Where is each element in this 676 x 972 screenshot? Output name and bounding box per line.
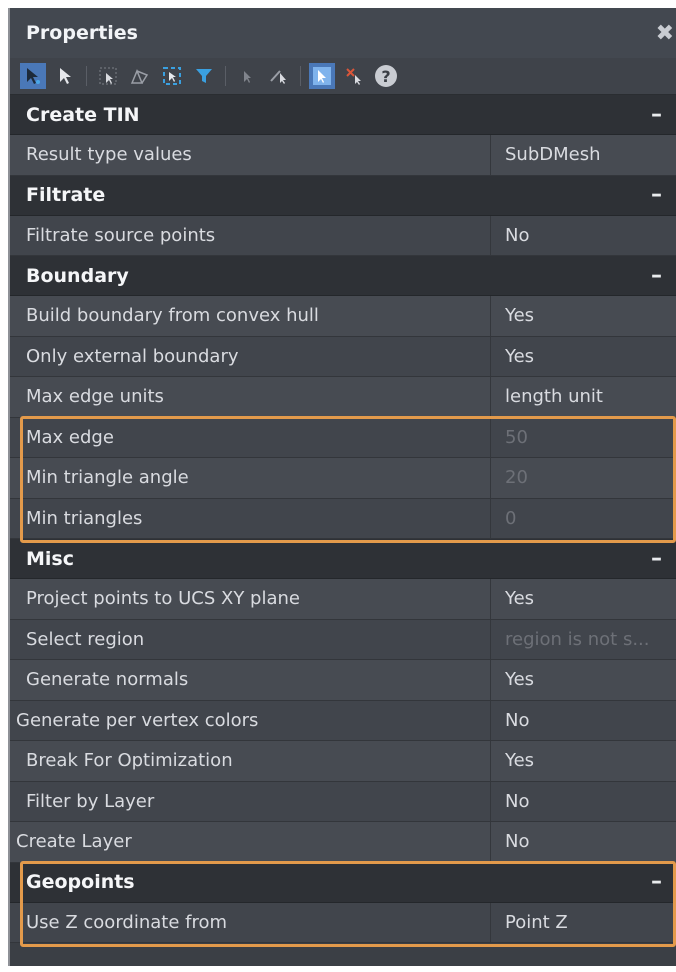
- property-label: Result type values: [26, 144, 192, 166]
- property-label: Min triangles: [26, 507, 143, 529]
- property-row[interactable]: Generate per vertex colors No: [10, 700, 676, 741]
- collapse-icon[interactable]: –: [651, 871, 662, 893]
- property-row[interactable]: Min triangle angle 20: [10, 458, 676, 499]
- property-value[interactable]: 0: [490, 498, 676, 538]
- close-icon[interactable]: ✖: [656, 21, 674, 46]
- property-label: Build boundary from convex hull: [26, 305, 319, 327]
- section-header[interactable]: Boundary –: [10, 256, 676, 296]
- property-value[interactable]: region is not s...: [490, 619, 676, 659]
- section-header[interactable]: Geopoints –: [10, 862, 676, 903]
- section-title: Create TIN: [26, 103, 140, 126]
- property-value[interactable]: SubDMesh: [490, 135, 676, 175]
- select-tool-button[interactable]: [20, 63, 46, 89]
- property-label: Generate normals: [26, 669, 189, 691]
- property-row[interactable]: Max edge 50: [10, 417, 676, 458]
- property-value[interactable]: Yes: [490, 741, 676, 781]
- property-label: Project points to UCS XY plane: [26, 588, 300, 610]
- section-title: Boundary: [26, 264, 129, 287]
- property-value[interactable]: 20: [490, 458, 676, 498]
- property-label: Max edge units: [26, 386, 164, 408]
- property-row[interactable]: Select region region is not s...: [10, 619, 676, 660]
- property-label: Break For Optimization: [26, 750, 233, 772]
- property-value[interactable]: length unit: [490, 377, 676, 417]
- toolbar-divider: [300, 66, 301, 86]
- properties-panel: Properties ✖ ? Create TIN – Result type …: [8, 8, 676, 966]
- highlight-cursor-icon: [313, 67, 331, 85]
- select-similar-icon: [270, 70, 286, 84]
- panel-titlebar: Properties ✖: [10, 8, 676, 58]
- section-header[interactable]: Create TIN –: [10, 95, 676, 135]
- pointer-icon: [60, 68, 71, 84]
- property-row[interactable]: Filter by Layer No: [10, 781, 676, 822]
- select-mesh-button[interactable]: [127, 63, 153, 89]
- property-row[interactable]: Min triangles 0: [10, 498, 676, 539]
- section-header[interactable]: Misc –: [10, 539, 676, 579]
- property-value[interactable]: No: [490, 215, 676, 255]
- property-value[interactable]: Yes: [490, 336, 676, 376]
- section-title: Geopoints: [26, 871, 135, 893]
- deselect-icon: [346, 68, 361, 85]
- select-points-button[interactable]: [95, 63, 121, 89]
- property-label: Use Z coordinate from: [26, 911, 228, 933]
- property-value[interactable]: No: [490, 700, 676, 740]
- collapse-icon[interactable]: –: [651, 264, 662, 287]
- collapse-icon[interactable]: –: [651, 184, 662, 206]
- panel-title: Properties: [26, 22, 138, 44]
- property-label: Filtrate source points: [26, 224, 216, 246]
- property-label: Filter by Layer: [26, 790, 155, 812]
- highlight-button[interactable]: [309, 63, 335, 89]
- filter-icon: [196, 69, 212, 83]
- property-row[interactable]: Filtrate source points No: [10, 215, 676, 256]
- property-label: Only external boundary: [26, 345, 239, 367]
- help-icon: ?: [375, 65, 397, 87]
- property-grid: Create TIN – Result type values SubDMesh Fil…: [10, 95, 676, 943]
- mesh-select-icon: [130, 69, 149, 84]
- points-select-icon: [99, 67, 117, 85]
- property-value[interactable]: Yes: [490, 579, 676, 619]
- property-row[interactable]: Build boundary from convex hull Yes: [10, 296, 676, 337]
- property-value[interactable]: Point Z: [490, 902, 676, 942]
- property-value[interactable]: Yes: [490, 660, 676, 700]
- collapse-icon[interactable]: –: [651, 103, 662, 126]
- section-title: Filtrate: [26, 184, 106, 206]
- pickadd-icon: [244, 71, 251, 83]
- property-value[interactable]: Yes: [490, 296, 676, 336]
- property-value[interactable]: No: [490, 822, 676, 862]
- property-row[interactable]: Create Layer No: [10, 822, 676, 863]
- property-row[interactable]: Max edge units length unit: [10, 377, 676, 418]
- properties-toolbar: ?: [10, 58, 676, 95]
- property-row[interactable]: Result type values SubDMesh: [10, 135, 676, 176]
- select-similar-button[interactable]: [266, 63, 292, 89]
- filter-button[interactable]: [191, 63, 217, 89]
- property-label: Min triangle angle: [26, 467, 189, 489]
- property-row[interactable]: Only external boundary Yes: [10, 336, 676, 377]
- section-header[interactable]: Filtrate –: [10, 175, 676, 216]
- toolbar-divider: [86, 66, 87, 86]
- property-value[interactable]: No: [490, 781, 676, 821]
- toggle-pickadd-button[interactable]: [234, 63, 260, 89]
- help-button[interactable]: ?: [373, 63, 399, 89]
- property-row[interactable]: Use Z coordinate from Point Z: [10, 902, 676, 943]
- deselect-button[interactable]: [341, 63, 367, 89]
- property-row[interactable]: Project points to UCS XY plane Yes: [10, 579, 676, 620]
- collapse-icon[interactable]: –: [651, 547, 662, 570]
- property-label: Select region: [26, 628, 145, 650]
- cursor-icon: [27, 68, 40, 84]
- quick-select-button[interactable]: [159, 63, 185, 89]
- property-row[interactable]: Generate normals Yes: [10, 660, 676, 701]
- pick-object-button[interactable]: [52, 63, 78, 89]
- toolbar-divider: [225, 66, 226, 86]
- property-label: Max edge: [26, 426, 114, 448]
- quick-select-icon: [163, 67, 181, 85]
- property-value[interactable]: 50: [490, 417, 676, 457]
- section-title: Misc: [26, 547, 74, 570]
- property-label: Generate per vertex colors: [16, 709, 259, 731]
- property-label: Create Layer: [16, 831, 132, 853]
- property-row[interactable]: Break For Optimization Yes: [10, 741, 676, 782]
